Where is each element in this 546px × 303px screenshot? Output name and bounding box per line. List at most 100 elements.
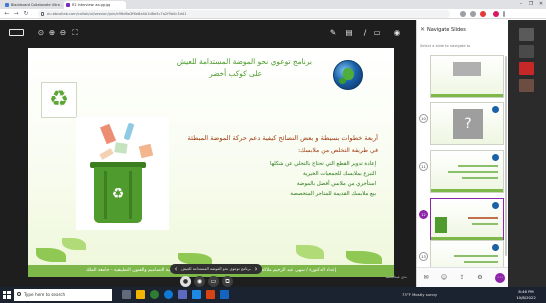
- slide-title-second-line: على كوكب أخضر: [209, 69, 262, 78]
- recycle-icon: ♻: [41, 82, 77, 118]
- extension-icon[interactable]: [460, 11, 466, 17]
- reload-icon[interactable]: ↻: [22, 10, 30, 18]
- participant-video[interactable]: [519, 28, 534, 41]
- viewer-toolbar: ⊙ ⊕ ⊖ ⛶ ✎ ▤ ∕ ▭ ◉: [0, 20, 416, 44]
- slide-heading: أربعة خطوات بسيطة و بعض النصائح كيفية دع…: [187, 134, 378, 142]
- shape-tool-icon[interactable]: ▭: [372, 28, 382, 38]
- globe-land: [339, 78, 346, 84]
- slide-number: 12: [419, 210, 428, 219]
- box-item: [114, 142, 128, 154]
- share-content-icon[interactable]: ⧉: [222, 276, 233, 287]
- powerpoint-icon[interactable]: [206, 290, 215, 299]
- previous-slide-button[interactable]: ‹: [172, 264, 180, 274]
- cloth-item: [99, 148, 114, 160]
- browser-tab-active[interactable]: R2 Interview: aa.gg.gg: [64, 1, 126, 9]
- slide-thumbnail[interactable]: [417, 53, 509, 101]
- close-window-button[interactable]: ✕: [536, 0, 546, 9]
- task-view-icon[interactable]: [122, 290, 131, 299]
- thumbnail-image: [430, 240, 504, 268]
- participant-video[interactable]: [519, 45, 534, 58]
- windows-taskbar: Type here to search 73°F Mostly sunny 8:…: [0, 287, 546, 303]
- thumbnail-text-line: [458, 165, 498, 167]
- clock-date: 10/8/2022: [516, 295, 536, 300]
- slide-thumbnail[interactable]: 13: [417, 238, 509, 268]
- file-explorer-icon[interactable]: [136, 290, 145, 299]
- maximize-button[interactable]: ❐: [526, 0, 536, 9]
- url-input[interactable]: eu.bbcollab.com/collab/ui/session/join/e…: [38, 10, 450, 18]
- collaborate-toolbar: ✉ ☺ ⇪ ⚙ ⋯: [417, 267, 509, 287]
- thumbnail-globe: [492, 202, 499, 209]
- next-slide-button[interactable]: ›: [252, 264, 260, 274]
- settings-icon[interactable]: ⚙: [475, 273, 485, 283]
- store-icon[interactable]: [178, 290, 187, 299]
- menu-icon[interactable]: [503, 11, 505, 17]
- url-text: eu.bbcollab.com/collab/ui/session/join/e…: [47, 12, 187, 16]
- slide-thumbnail[interactable]: 11: [417, 148, 509, 196]
- collaborate-icon: [66, 3, 70, 7]
- thumbnail-text-line: [464, 261, 498, 263]
- avatar[interactable]: ●: [180, 276, 191, 287]
- thumbnail-globe: [492, 244, 499, 251]
- slide-number: 13: [419, 252, 428, 261]
- browser-tab[interactable]: Blackboard Collaborate Ultra -: [3, 1, 63, 9]
- profile-avatar[interactable]: [493, 11, 499, 17]
- thumbnail-text-line: [448, 171, 498, 173]
- thumbnail-image: [430, 150, 504, 193]
- recycle-icon: ♻: [111, 186, 125, 202]
- bullet-item: استأجري من ملابس أفضل بالموضة: [296, 181, 376, 187]
- attendees-icon[interactable]: ☺: [439, 273, 449, 283]
- text-tool-icon[interactable]: ▤: [344, 28, 354, 38]
- participant-video-strip: [508, 20, 546, 287]
- missing-image-icon: ?: [453, 109, 483, 139]
- camera-icon[interactable]: ▭: [208, 276, 219, 287]
- line-tool-icon[interactable]: ∕: [360, 28, 370, 38]
- bottle-item: [123, 122, 135, 141]
- extension-icon[interactable]: [480, 11, 486, 17]
- word-icon[interactable]: [220, 290, 229, 299]
- slide-title: برنامج توعوي نحو الموضة المستدامة للعيش: [176, 57, 312, 66]
- bullet-item: إعادة تدوير القطع التي تحتاج بالتخلي عن …: [269, 161, 376, 167]
- zoom-fit-icon[interactable]: ⊙: [36, 28, 46, 38]
- more-icon[interactable]: ⋯: [495, 273, 505, 283]
- globe-image: [333, 60, 363, 90]
- slide-subheading: في طريقة التخلص من ملابسك:: [298, 147, 378, 154]
- thumbnail-image: ?: [430, 102, 504, 145]
- edge-icon[interactable]: [164, 290, 173, 299]
- system-clock[interactable]: 8:46 PM 10/8/2022: [512, 289, 540, 301]
- participant-video[interactable]: [519, 62, 534, 75]
- back-icon[interactable]: ←: [3, 10, 11, 18]
- bullet-item: التبرع بملابسك للجمعيات الخيرية: [303, 171, 376, 177]
- slide-thumbnail-selected[interactable]: 12: [417, 196, 509, 244]
- microphone-icon[interactable]: ◉: [194, 276, 205, 287]
- pen-tool-icon[interactable]: ✎: [328, 28, 338, 38]
- fullscreen-icon[interactable]: ⛶: [70, 28, 80, 38]
- forward-icon[interactable]: →: [12, 10, 20, 18]
- weather-widget[interactable]: 73°F Mostly sunny: [402, 290, 437, 300]
- thumbnail-text-line: [462, 177, 498, 179]
- slide-number: 10: [419, 114, 428, 123]
- chrome-icon[interactable]: [150, 290, 159, 299]
- recycling-bin-illustration: ♻: [76, 117, 169, 230]
- zoom-out-icon[interactable]: ⊖: [58, 28, 68, 38]
- navigator-scrollbar[interactable]: [505, 56, 507, 256]
- settings-icon[interactable]: ◉: [392, 28, 402, 38]
- content-viewer: ⊙ ⊕ ⊖ ⛶ ✎ ▤ ∕ ▭ ◉ برنامج توعوي نحو الموض…: [0, 20, 416, 287]
- participant-video[interactable]: [519, 79, 534, 92]
- thumbnail-text-line: [468, 217, 498, 219]
- search-icon: [17, 292, 21, 296]
- slide-navigator-panel: ✕ Navigate Slides Select a slide to navi…: [416, 20, 509, 287]
- browser-tab-bar: Blackboard Collaborate Ultra - R2 Interv…: [0, 0, 546, 9]
- taskbar-search-input[interactable]: Type here to search: [14, 289, 112, 301]
- slide-navigation-bar: ‹ برنامج توعوي نحو الموضة المستدامة للعي…: [170, 264, 262, 274]
- zoom-in-icon[interactable]: ⊕: [47, 28, 57, 38]
- slide-thumbnail[interactable]: 10 ?: [417, 100, 509, 148]
- thumbnail-image: [430, 198, 504, 241]
- extension-icon[interactable]: [470, 11, 476, 17]
- share-screen-icon[interactable]: [9, 29, 24, 36]
- close-icon[interactable]: ✕: [420, 26, 425, 33]
- windows-start-icon[interactable]: [3, 291, 11, 299]
- minimize-button[interactable]: –: [516, 0, 526, 9]
- share-icon[interactable]: ⇪: [457, 273, 467, 283]
- chat-icon[interactable]: ✉: [421, 273, 431, 283]
- mail-icon[interactable]: [192, 290, 201, 299]
